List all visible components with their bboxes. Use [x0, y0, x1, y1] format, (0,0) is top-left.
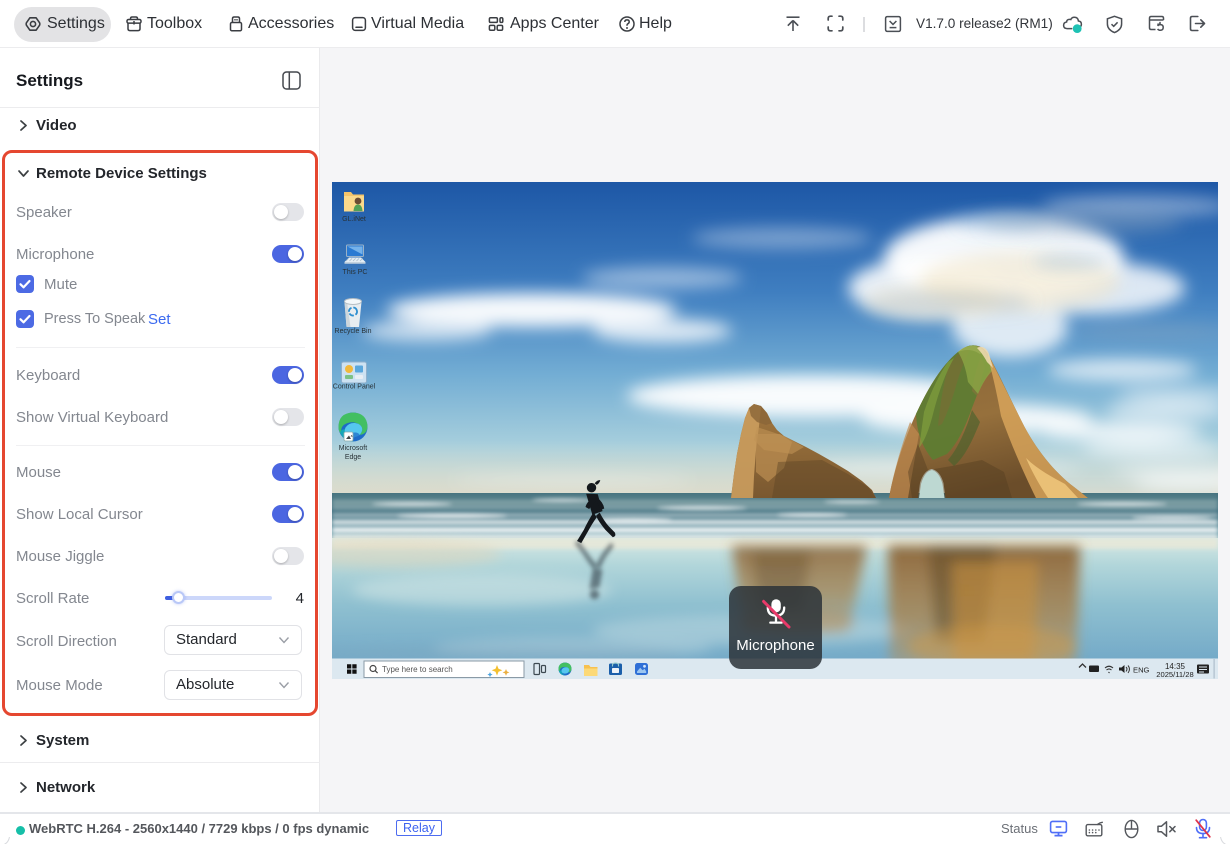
svg-text:Type here to search: Type here to search — [382, 665, 453, 674]
svg-text:ENG: ENG — [1133, 666, 1150, 675]
svg-text:Edge: Edge — [345, 454, 361, 461]
svg-text:Recycle Bin: Recycle Bin — [335, 328, 372, 335]
svg-text:Microsoft: Microsoft — [339, 445, 367, 452]
svg-text:Control Panel: Control Panel — [333, 384, 376, 391]
svg-text:2025/11/28: 2025/11/28 — [1156, 670, 1193, 679]
svg-text:GL.iNet: GL.iNet — [342, 216, 366, 223]
svg-text:This PC: This PC — [343, 269, 368, 276]
